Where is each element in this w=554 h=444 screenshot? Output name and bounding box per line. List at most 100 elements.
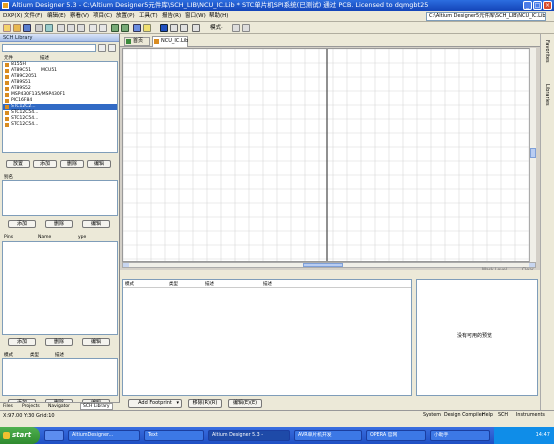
favorites-tab[interactable]: Favorites (544, 40, 550, 63)
pins-column-header[interactable]: Pins (4, 235, 13, 240)
edit-component-button[interactable]: 编辑 (87, 160, 111, 168)
component-list[interactable]: 8155H AT89C51 MCU51 AT89C2051 AT89S51 AT8… (2, 61, 118, 153)
system-tray: 14:47 (494, 427, 554, 444)
menu-window[interactable]: 窗口(W) (185, 12, 206, 21)
tab-files[interactable]: Files (3, 404, 13, 409)
edit-alias-button[interactable]: 编辑 (82, 220, 110, 228)
component-icon (5, 105, 9, 109)
delete-pin-button[interactable]: 删除 (45, 338, 73, 346)
vertical-scroll-thumb[interactable] (530, 148, 536, 158)
scroll-right-arrow-icon[interactable] (529, 263, 535, 267)
menu-place[interactable]: 放置(P) (116, 12, 135, 21)
cross-probe-icon[interactable] (133, 24, 141, 32)
help-icon[interactable] (143, 24, 151, 32)
menu-help[interactable]: 帮助(H) (209, 12, 228, 21)
redo-icon[interactable] (121, 24, 129, 32)
drawing-tools-icon[interactable] (180, 24, 188, 32)
taskbar-item-5[interactable]: OPERA 官网 (366, 430, 426, 441)
menu-dxp[interactable]: DXP(X) (3, 12, 22, 21)
filter-clear-icon[interactable] (108, 44, 116, 52)
pins-list[interactable] (2, 241, 118, 335)
open-folder-icon[interactable] (13, 24, 21, 32)
scroll-left-arrow-icon[interactable] (123, 263, 129, 267)
list-item[interactable]: STC12C54... (3, 122, 117, 128)
add-footprint-dropdown[interactable]: Add Footprint ▾ (128, 399, 182, 408)
add-part-icon[interactable] (232, 24, 240, 32)
menu-edit[interactable]: 编辑(E) (47, 12, 66, 21)
edit-model-button-bottom[interactable]: 编辑(E)(E) (228, 399, 262, 408)
chevron-down-icon: ▾ (176, 400, 179, 406)
tab-projects[interactable]: Projects (22, 404, 40, 409)
component-filter-input[interactable] (2, 44, 96, 52)
model-list-pane[interactable]: 模式 类型 描述 描述 (122, 279, 412, 396)
panel-button-design-compiler[interactable]: Design Compiler (444, 413, 484, 418)
pin-type-column-header[interactable]: ype (78, 235, 86, 240)
print-icon[interactable] (35, 24, 43, 32)
place-button[interactable]: 放置 (6, 160, 30, 168)
taskbar-item-4[interactable]: AVR单片机开发 (294, 430, 362, 441)
model-list[interactable] (2, 358, 118, 396)
zoom-icon[interactable] (45, 24, 53, 32)
schematic-library-canvas[interactable] (122, 48, 536, 262)
panel-button-instruments[interactable]: Instruments (516, 413, 545, 418)
component-icon (5, 93, 9, 97)
tab-home[interactable]: 首页 (124, 37, 150, 46)
delete-component-button[interactable]: 删除 (60, 160, 84, 168)
taskbar-item-1[interactable]: AltiumDesigner... (68, 430, 140, 441)
menu-project[interactable]: 项目(C) (93, 12, 112, 21)
library-path-field[interactable]: C:\Altium Designer5元件库\SCH_LIB\NCU_IC.Li… (426, 12, 546, 21)
paste-icon[interactable] (77, 24, 85, 32)
add-pin-button[interactable]: 添加 (8, 338, 36, 346)
select-icon[interactable] (89, 24, 97, 32)
add-component-button[interactable]: 添加 (33, 160, 57, 168)
delete-alias-button[interactable]: 删除 (45, 220, 73, 228)
close-button[interactable]: × (543, 1, 552, 10)
horizontal-scroll-thumb[interactable] (303, 263, 343, 267)
mode-dropdown[interactable]: 模式· (210, 24, 223, 33)
horizontal-scrollbar[interactable] (122, 262, 536, 268)
menu-tools[interactable]: 工具(T) (139, 12, 158, 21)
copy-icon[interactable] (67, 24, 75, 32)
panel-tabs: Files Projects Navigator SCH Library (0, 402, 120, 410)
place-line-icon[interactable] (160, 24, 168, 32)
component-icon (5, 69, 9, 73)
ieee-symbols-icon[interactable] (192, 24, 200, 32)
edit-pin-button[interactable]: 编辑 (82, 338, 110, 346)
menu-reports[interactable]: 报告(R) (162, 12, 181, 21)
library-icon (154, 39, 159, 44)
move-icon[interactable] (99, 24, 107, 32)
sch-library-panel: SCH Library 元件 描述 8155H AT89C51 MCU51 AT8… (0, 34, 120, 410)
panel-button-sch[interactable]: SCH (498, 413, 508, 418)
component-icon (5, 99, 9, 103)
maximize-button[interactable]: □ (533, 1, 542, 10)
taskbar-item-altium[interactable]: Altium Designer 5.3 - (208, 430, 290, 441)
title-bar: Altium Designer 5.3 - C:\Altium Designer… (0, 0, 554, 11)
add-alias-button[interactable]: 添加 (8, 220, 36, 228)
quick-launch[interactable] (44, 430, 64, 441)
minimize-button[interactable]: _ (523, 1, 532, 10)
taskbar-item-2[interactable]: Text (144, 430, 204, 441)
remove-part-icon[interactable] (242, 24, 250, 32)
cut-icon[interactable] (57, 24, 65, 32)
filter-dropdown-icon[interactable] (98, 44, 106, 52)
tab-sch-library[interactable]: SCH Library (80, 403, 113, 410)
libraries-tab[interactable]: Libraries (544, 84, 550, 106)
tab-navigator[interactable]: Navigator (48, 404, 70, 409)
start-button[interactable]: start (0, 427, 40, 444)
alias-list[interactable] (2, 180, 118, 216)
place-pin-icon[interactable] (170, 24, 178, 32)
menu-view[interactable]: 察看(V) (70, 12, 89, 21)
undo-icon[interactable] (111, 24, 119, 32)
save-icon[interactable] (23, 24, 31, 32)
remove-model-button[interactable]: 移除(R)(R) (188, 399, 222, 408)
coordinates-readout: X:97.00 Y:30 Grid:10 (3, 413, 55, 419)
tab-ncu-ic-lib[interactable]: NCU_IC.Lib (152, 36, 188, 47)
menu-file[interactable]: 文件(F) (24, 12, 42, 21)
taskbar-item-6[interactable]: 小助手 (430, 430, 490, 441)
vertical-scrollbar[interactable] (529, 48, 536, 262)
panel-button-help[interactable]: Help (482, 413, 493, 418)
component-icon (5, 81, 9, 85)
pin-name-column-header[interactable]: Name (38, 235, 51, 240)
panel-button-system[interactable]: System (423, 413, 441, 418)
new-document-icon[interactable] (3, 24, 11, 32)
